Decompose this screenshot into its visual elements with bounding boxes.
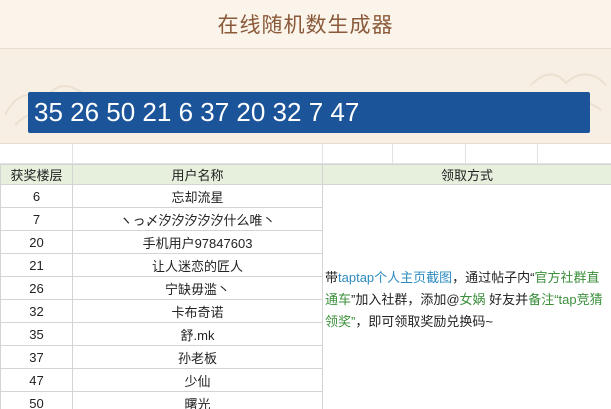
claim-method-cell: 带taptap个人主页截图，通过帖子内“官方社群直通车”加入社群，添加@女娲 好… <box>322 184 611 409</box>
method-text: 好友并 <box>485 291 529 307</box>
floor-cell: 35 <box>0 322 73 346</box>
floor-cell: 7 <box>0 207 73 231</box>
floor-cell: 26 <box>0 276 73 300</box>
method-text: ”加入社群，添加@ <box>351 291 460 307</box>
method-highlight: taptap个人主页截图 <box>338 269 453 285</box>
floor-cell: 20 <box>0 230 73 254</box>
floor-cell: 6 <box>0 184 73 208</box>
user-cell: 卡布奇诺 <box>72 299 323 323</box>
floor-cell: 32 <box>0 299 73 323</box>
header-method: 领取方式 <box>322 164 611 185</box>
floor-cell: 21 <box>0 253 73 277</box>
user-cell: 宁缺毋滥丶 <box>72 276 323 300</box>
user-cell: 舒.mk <box>72 322 323 346</box>
method-highlight: 备注 <box>528 291 555 307</box>
user-cell: ヽっ〆汐汐汐汐汐什么唯丶 <box>72 207 323 231</box>
table-header-row: 获奖楼层 用户名称 领取方式 <box>0 164 611 185</box>
method-text: ，通过帖子内“ <box>452 269 535 285</box>
floor-cell: 47 <box>0 368 73 392</box>
method-text: ，即可领取奖励兑换码~ <box>355 313 493 329</box>
user-cell: 手机用户97847603 <box>72 230 323 254</box>
generator-panel: 35 26 50 21 6 37 20 32 7 47 <box>0 49 611 144</box>
page-title: 在线随机数生成器 <box>217 13 394 37</box>
method-text: 带 <box>325 269 339 285</box>
contact-mention[interactable]: 女娲 <box>460 292 486 307</box>
floor-cell: 50 <box>0 391 73 409</box>
table-row: 6 忘却流星 带taptap个人主页截图，通过帖子内“官方社群直通车”加入社群，… <box>0 184 611 409</box>
empty-row <box>0 144 611 164</box>
user-cell: 忘却流星 <box>72 184 323 208</box>
page-header: 在线随机数生成器 <box>0 0 611 49</box>
random-numbers-display: 35 26 50 21 6 37 20 32 7 47 <box>28 92 590 133</box>
user-cell: 少仙 <box>72 368 323 392</box>
winners-table: 获奖楼层 用户名称 领取方式 6 忘却流星 带taptap个人主页截图，通过帖子… <box>0 164 611 409</box>
user-cell: 让人迷恋的匠人 <box>72 253 323 277</box>
user-cell: 孙老板 <box>72 345 323 369</box>
header-floor: 获奖楼层 <box>0 164 73 185</box>
floor-cell: 37 <box>0 345 73 369</box>
header-user: 用户名称 <box>72 164 323 185</box>
user-cell: 曙光 <box>72 391 323 409</box>
